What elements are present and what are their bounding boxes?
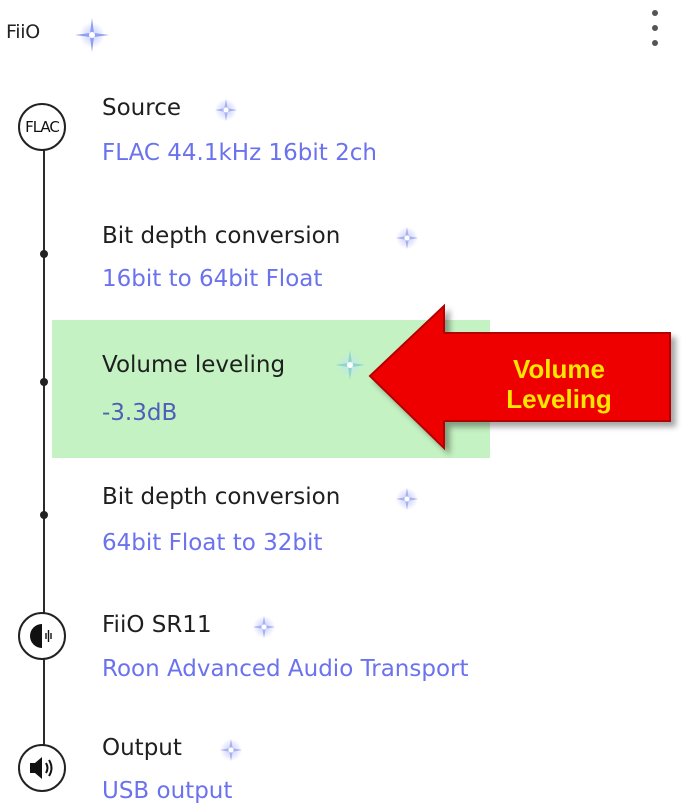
step-dot — [40, 378, 48, 386]
sparkle-icon[interactable] — [390, 221, 424, 255]
step-title: Output — [102, 735, 182, 761]
flac-label: FLAC — [25, 118, 60, 136]
sparkle-icon[interactable] — [214, 733, 248, 767]
sparkle-icon[interactable] — [209, 93, 243, 127]
step-value: Roon Advanced Audio Transport — [102, 656, 469, 682]
step-dot — [40, 250, 48, 258]
step-value: FLAC 44.1kHz 16bit 2ch — [102, 140, 377, 166]
callout-line-2: Leveling — [506, 384, 612, 414]
sparkle-icon[interactable] — [390, 482, 424, 516]
more-vertical-icon[interactable] — [640, 6, 670, 56]
speaker-wave-icon — [18, 612, 66, 660]
source-node: FLAC — [18, 103, 66, 151]
step-value: -3.3dB — [102, 400, 178, 426]
callout-label: Volume Leveling — [466, 354, 652, 414]
step-value: 64bit Float to 32bit — [102, 530, 323, 556]
app-title: FiiO — [6, 21, 40, 43]
step-title: Bit depth conversion — [102, 484, 341, 510]
signal-path-line — [43, 150, 45, 782]
step-dot — [40, 511, 48, 519]
callout-line-1: Volume — [513, 354, 605, 384]
step-value: 16bit to 64bit Float — [102, 266, 323, 292]
sparkle-icon[interactable] — [247, 610, 281, 644]
step-title: Bit depth conversion — [102, 223, 341, 249]
step-value: USB output — [102, 778, 233, 804]
volume-icon — [18, 744, 66, 792]
step-title: Volume leveling — [102, 352, 286, 378]
step-title: Source — [102, 95, 181, 121]
step-title: FiiO SR11 — [102, 612, 212, 638]
sparkle-icon[interactable] — [72, 15, 112, 55]
